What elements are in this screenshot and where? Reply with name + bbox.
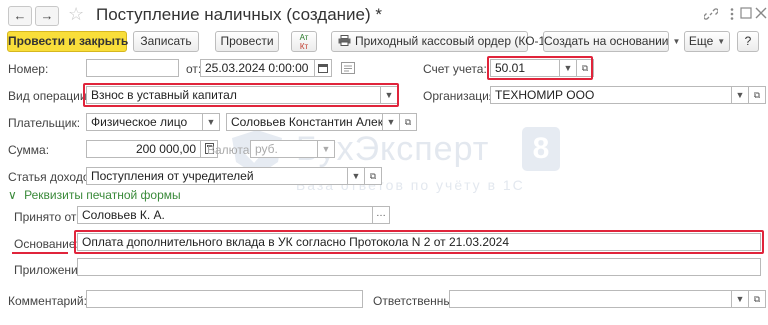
number-history-icon[interactable] [341,62,355,74]
calendar-icon [318,64,328,73]
dropdown-arrow-icon: ▼ [386,117,396,127]
number-field[interactable] [86,59,179,77]
dropdown-arrow-icon: ▼ [735,294,745,304]
dropdown-arrow-icon: ▼ [735,90,745,100]
dropdown-arrow-icon: ▼ [206,117,216,127]
kt-label: Кт [299,42,309,51]
dt-label: Ат [299,33,309,42]
open-icon: ⧉ [753,90,761,100]
print-requisites-toggle[interactable]: ∨ Реквизиты печатной формы [8,188,181,202]
account-highlight [487,56,593,80]
post-and-close-button[interactable]: Провести и закрыть [7,31,128,52]
attachment-field[interactable] [77,258,761,276]
received-from-label: Принято от: [14,210,80,224]
calendar-button[interactable] [314,59,332,77]
arrow-right-icon: → [40,8,54,23]
open-icon: ⧉ [369,171,377,181]
comment-label: Комментарий: [8,294,87,308]
basis-label: Основание: [14,237,79,251]
responsible-field[interactable] [449,290,732,308]
create-based-on-label: Создать на основании [544,34,669,48]
ellipsis-icon: … [376,208,386,219]
dt-kt-button[interactable]: Ат Кт [291,31,317,52]
operation-label: Вид операции: [8,89,90,103]
more-menu-label: Еще [688,34,714,48]
close-icon[interactable] [755,7,767,19]
printer-icon [338,35,351,46]
organization-label: Организация: [423,89,499,103]
arrow-left-icon: ← [13,8,27,23]
organization-field[interactable]: ТЕХНОМИР ООО [490,86,732,104]
organization-dropdown-button[interactable]: ▼ [731,86,749,104]
comment-field[interactable] [86,290,363,308]
print-order-button[interactable]: Приходный кассовый ордер (КО-1) [331,31,549,52]
account-label: Счет учета: [423,62,487,76]
open-icon: ⧉ [753,294,761,304]
basis-highlight [74,230,764,254]
payer-type-dropdown-button[interactable]: ▼ [202,113,220,131]
maximize-icon[interactable] [740,7,752,19]
date-field[interactable]: 25.03.2024 0:00:00 [200,59,315,77]
save-button[interactable]: Записать [133,31,199,52]
amount-label: Сумма: [8,143,50,157]
dropdown-arrow-icon: ▼ [717,37,726,47]
more-menu-button[interactable]: Еще ▼ [684,31,730,52]
responsible-open-button[interactable]: ⧉ [748,290,766,308]
chevron-down-icon: ∨ [8,188,17,202]
received-from-field[interactable]: Соловьев К. А. [77,206,373,224]
currency-dropdown-button: ▼ [317,140,335,158]
currency-field: руб. [250,140,318,158]
open-icon: ⧉ [404,117,412,127]
post-button[interactable]: Провести [215,31,279,52]
income-item-dropdown-button[interactable]: ▼ [347,167,365,185]
income-item-field[interactable]: Поступления от учредителей [86,167,348,185]
dropdown-arrow-icon: ▼ [321,144,331,154]
help-button[interactable]: ? [737,31,759,52]
basis-underline [12,252,68,254]
income-item-open-button[interactable]: ⧉ [364,167,382,185]
forward-button[interactable]: → [35,6,59,26]
payer-field[interactable]: Соловьев Константин Алексеевич [226,113,383,131]
create-based-on-button[interactable]: Создать на основании ▼ [543,31,680,52]
payer-label: Плательщик: [8,116,81,130]
payer-type-field[interactable]: Физическое лицо [86,113,203,131]
back-button[interactable]: ← [8,6,32,26]
print-order-label: Приходный кассовый ордер (КО-1) [355,34,550,48]
responsible-dropdown-button[interactable]: ▼ [731,290,749,308]
organization-open-button[interactable]: ⧉ [748,86,766,104]
link-icon[interactable] [704,7,718,21]
currency-label: Валюта: [207,143,253,157]
watermark-digit: 8 [522,127,560,171]
page-title: Поступление наличных (создание) * [96,5,382,24]
date-label: от: [186,62,202,76]
payer-dropdown-button[interactable]: ▼ [382,113,400,131]
favorite-star-icon[interactable]: ☆ [68,4,84,25]
print-requisites-label: Реквизиты печатной формы [24,188,181,202]
operation-highlight [83,83,399,107]
payer-open-button[interactable]: ⧉ [399,113,417,131]
received-from-select-button[interactable]: … [372,206,390,224]
dropdown-arrow-icon: ▼ [351,171,361,181]
more-icon[interactable] [725,7,739,21]
number-label: Номер: [8,62,49,76]
dropdown-arrow-icon: ▼ [672,37,681,47]
amount-field[interactable]: 200 000,00 [86,140,201,158]
